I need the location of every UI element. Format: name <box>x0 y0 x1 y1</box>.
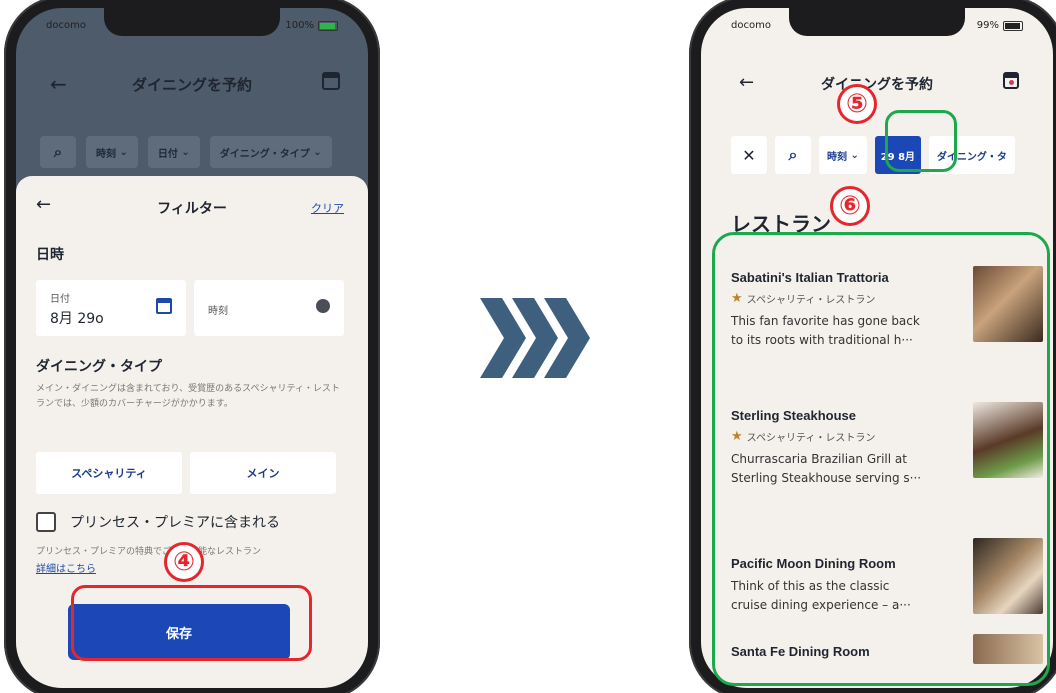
step-number-6: ⑥ <box>830 186 870 226</box>
carrier-label: docomo <box>46 20 86 31</box>
premier-filter-row[interactable]: プリンセス・プレミアに含まれる <box>36 512 280 532</box>
phone-notch <box>104 8 280 36</box>
dining-type-section-title: ダイニング・タイプ <box>36 359 162 375</box>
clear-link[interactable]: クリア <box>311 200 344 216</box>
page-title: ダイニングを予約 <box>821 77 933 93</box>
chip-date[interactable]: 日付 ⌄ <box>147 136 200 168</box>
step-number-5: ⑤ <box>837 84 877 124</box>
date-chip-highlight <box>885 110 957 172</box>
dining-type-description: メイン・ダイニングは含まれており、受賞歴のあるスペシャリティ・レストランでは、少… <box>36 384 340 409</box>
premier-note: プリンセス・プレミアの特典でご利用可能なレストラン <box>36 547 262 557</box>
premier-checkbox[interactable] <box>36 512 56 532</box>
search-icon[interactable]: ⌕ <box>775 136 811 174</box>
calendar-icon[interactable] <box>1003 72 1019 89</box>
clock-icon <box>316 299 330 313</box>
calendar-icon[interactable] <box>322 72 340 90</box>
time-field-label: 時刻 <box>208 306 228 317</box>
tutorial-canvas: docomo 100% ← ダイニングを予約 ⌕ 時刻 ⌄ 日付 ⌄ ダイニング… <box>0 0 1056 693</box>
battery-percent: 99% <box>976 20 999 31</box>
restaurant-list-highlight <box>712 232 1050 686</box>
date-field[interactable]: 日付 8月 29o <box>36 280 186 336</box>
dimmed-app-header: ← ダイニングを予約 <box>16 56 368 116</box>
phone-notch <box>789 8 965 36</box>
date-field-label: 日付 <box>50 294 70 305</box>
dimmed-filter-chips: ⌕ 時刻 ⌄ 日付 ⌄ ダイニング・タイプ ⌄ <box>40 136 368 168</box>
close-icon[interactable]: ✕ <box>731 136 767 174</box>
battery-icon <box>318 20 338 31</box>
battery-icon <box>1003 20 1023 31</box>
search-icon[interactable]: ⌕ <box>40 136 76 168</box>
type-option-main[interactable]: メイン <box>190 452 336 494</box>
premier-checkbox-label: プリンセス・プレミアに含まれる <box>70 515 280 531</box>
battery-indicator: 100% <box>285 20 338 31</box>
next-step-arrows-icon <box>480 298 590 378</box>
chip-dining-type[interactable]: ダイニング・タイプ ⌄ <box>209 136 332 168</box>
chip-time[interactable]: 時刻 ⌄ <box>86 136 138 168</box>
datetime-section-title: 日時 <box>36 247 64 263</box>
filter-sheet-header: ← フィルター クリア <box>16 176 368 226</box>
page-title: ダイニングを予約 <box>131 76 252 94</box>
battery-indicator: 99% <box>977 20 1023 31</box>
save-button-highlight <box>71 585 312 661</box>
carrier-label: docomo <box>731 20 771 31</box>
chip-time[interactable]: 時刻 ⌄ <box>819 136 867 174</box>
details-link[interactable]: 詳細はこちら <box>36 560 96 575</box>
time-field[interactable]: 時刻 <box>194 280 344 336</box>
battery-percent: 100% <box>285 20 314 31</box>
step-number-4: ④ <box>164 542 204 582</box>
date-field-value: 8月 29o <box>50 311 104 327</box>
type-option-specialty[interactable]: スペシャリティ <box>36 452 182 494</box>
calendar-icon <box>156 298 172 314</box>
app-header: ← ダイニングを予約 <box>701 56 1053 106</box>
